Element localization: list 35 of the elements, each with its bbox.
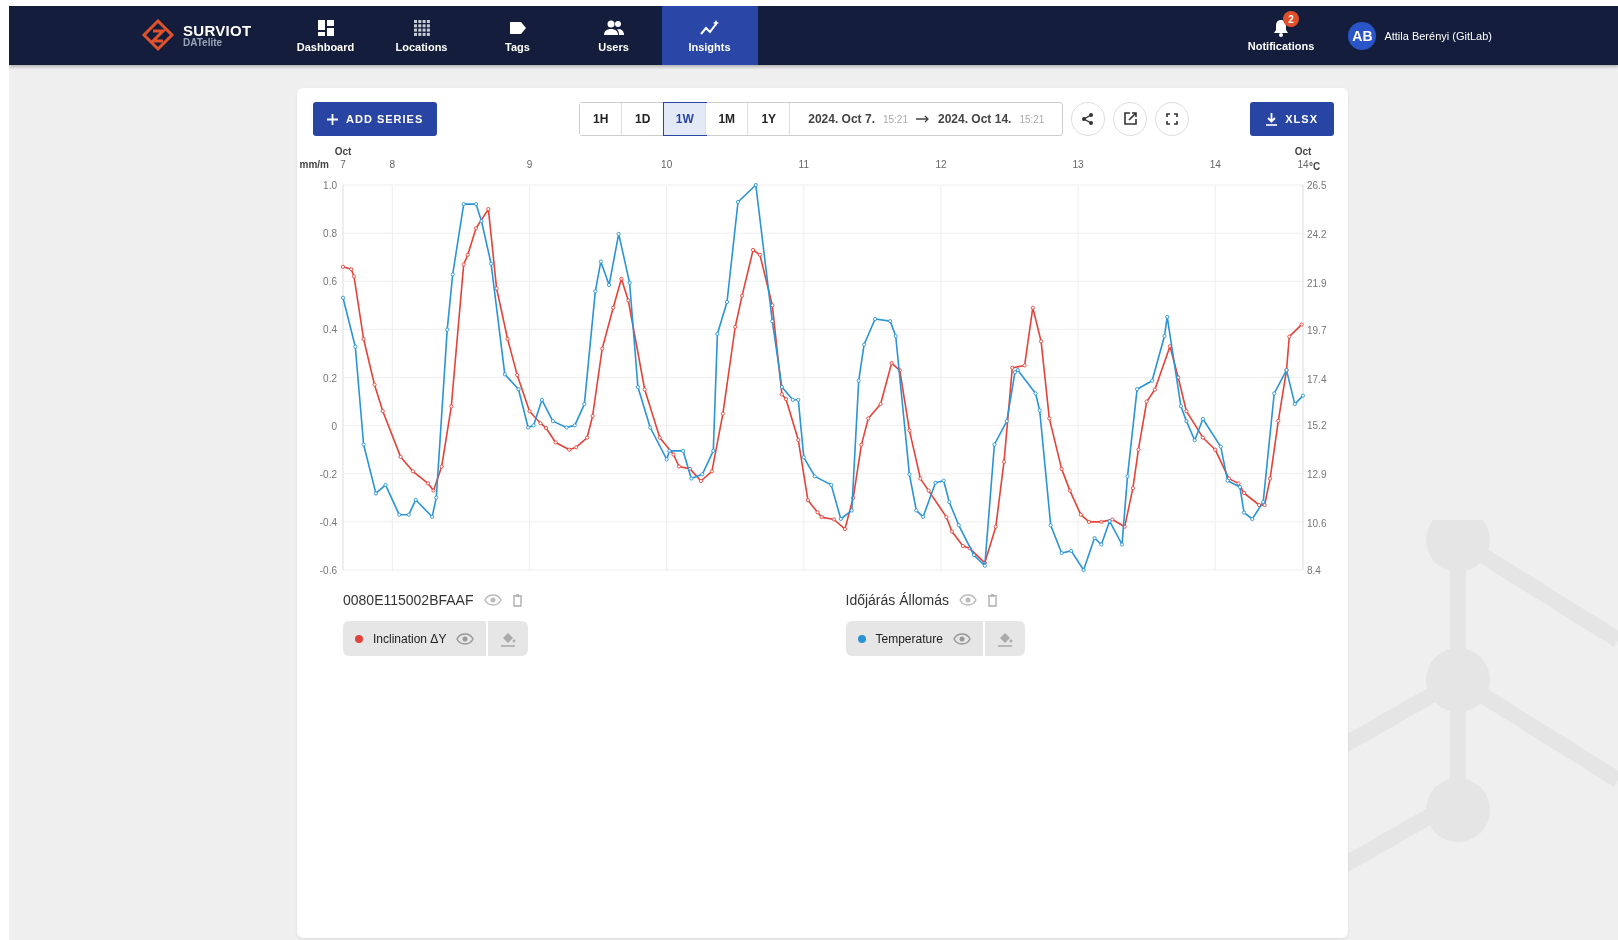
y-tick-label: 0 xyxy=(331,420,337,432)
y-tick-label: -0.4 xyxy=(319,516,337,528)
series-name: Inclination ΔY xyxy=(373,631,447,646)
y-tick-label: 8.4 xyxy=(1307,565,1321,576)
y-tick-label: 17.4 xyxy=(1307,373,1327,385)
series-name: Temperature xyxy=(875,631,943,646)
notification-count: 2 xyxy=(1283,11,1300,27)
y-tick-label: 12.9 xyxy=(1307,469,1327,481)
x-tick-label: 11 xyxy=(798,159,809,170)
y-tick-label: 10.6 xyxy=(1307,518,1327,530)
y-tick-label: 1.0 xyxy=(323,180,337,191)
x-tick-label: 9 xyxy=(526,159,533,170)
device-name: Időjárás Állomás xyxy=(845,592,949,608)
y-tick-label: 0.6 xyxy=(323,276,337,288)
y-tick-label: 26.5 xyxy=(1307,180,1327,191)
date-label: Oct 7 xyxy=(334,146,352,170)
x-tick-label: 10 xyxy=(661,159,673,170)
x-tick-label: 8 xyxy=(389,159,396,170)
axis-unit: °C xyxy=(1309,161,1321,172)
y-tick-label: 24.2 xyxy=(1307,228,1327,240)
y-tick-label: 0.2 xyxy=(323,372,337,384)
y-tick-label: 15.2 xyxy=(1307,420,1327,432)
x-tick-label: 12 xyxy=(935,159,947,170)
y-tick-label: -0.2 xyxy=(319,468,337,480)
y-tick-label: 0.8 xyxy=(323,228,337,240)
logo-subtitle: DATelite xyxy=(183,38,224,48)
y-tick-label: 19.7 xyxy=(1307,324,1327,336)
axis-unit: mm/m xyxy=(300,159,329,170)
device-name: 0080E115002BFAAF xyxy=(343,592,474,608)
y-tick-label: 21.9 xyxy=(1307,277,1327,289)
x-tick-label: 14 xyxy=(1209,159,1221,170)
y-tick-label: -0.6 xyxy=(319,565,337,576)
y-tick-label: 0.4 xyxy=(323,324,337,336)
logo-name: SURVIOT xyxy=(183,23,252,38)
x-tick-label: 13 xyxy=(1072,159,1084,170)
